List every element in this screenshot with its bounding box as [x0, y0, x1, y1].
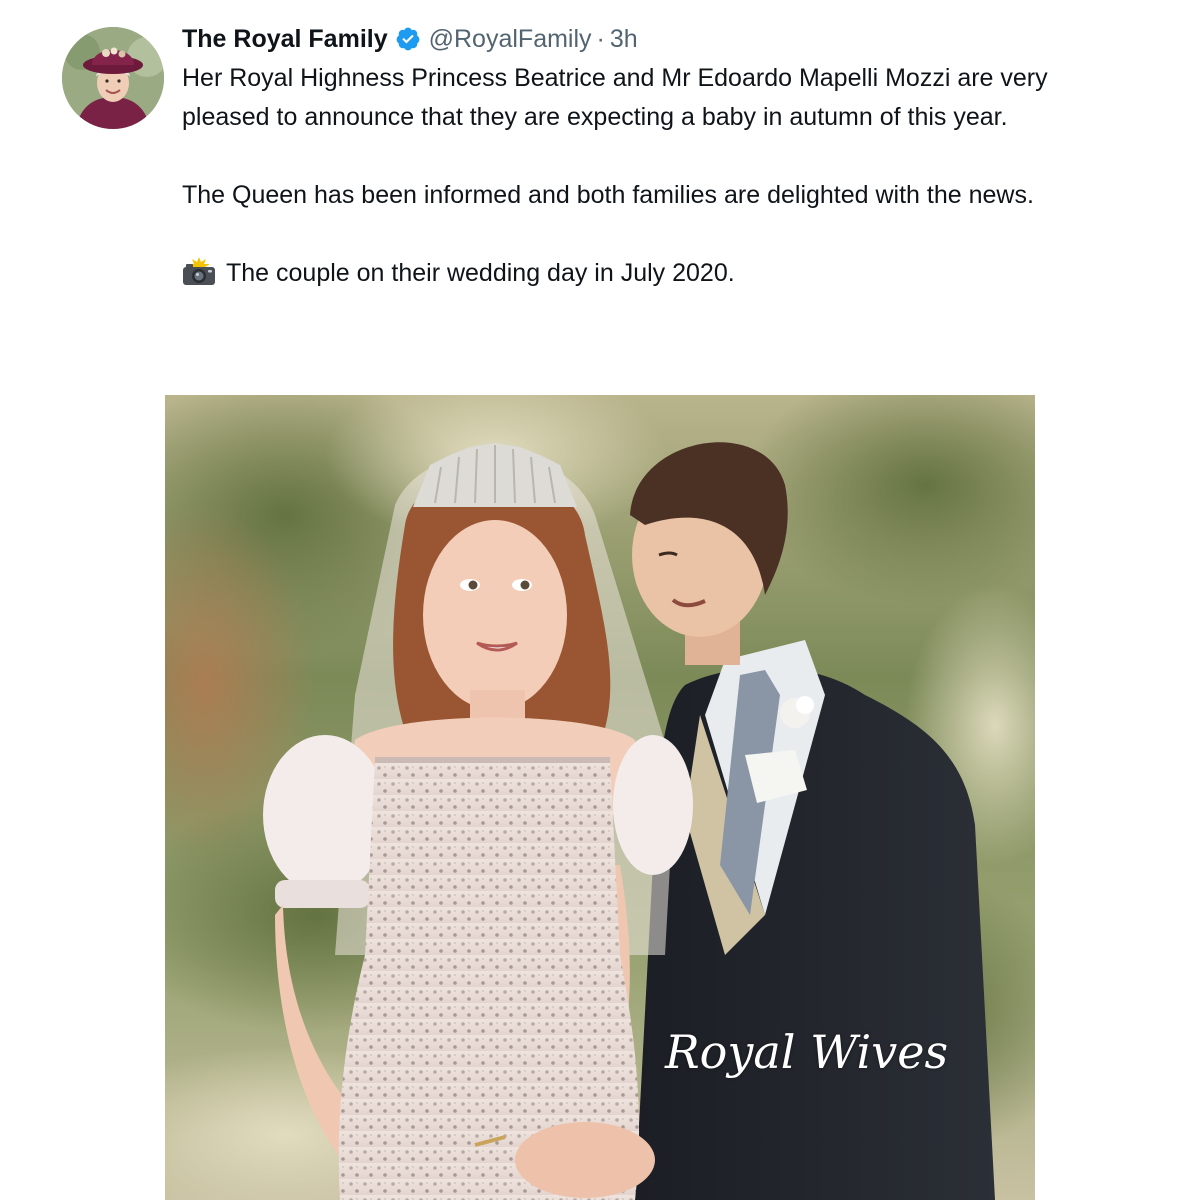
tweet-text: Her Royal Highness Princess Beatrice and…	[182, 59, 1142, 293]
separator-dot: ·	[596, 25, 605, 53]
timestamp[interactable]: 3h	[610, 23, 638, 55]
avatar-image	[62, 27, 164, 129]
camera-flash-icon	[182, 256, 216, 286]
tweet-header: The Royal Family @RoyalFamily · 3h	[182, 19, 638, 59]
tweet-paragraph-3: The couple on their wedding day in July …	[226, 259, 735, 287]
tweet-photo[interactable]: Royal Wives	[165, 395, 1035, 1200]
display-name[interactable]: The Royal Family	[182, 23, 388, 55]
verified-badge-icon	[395, 26, 421, 52]
avatar[interactable]	[62, 27, 164, 129]
tweet-paragraph-2: The Queen has been informed and both fam…	[182, 181, 1034, 209]
handle[interactable]: @RoyalFamily	[429, 23, 592, 55]
tweet-paragraph-3-line: The couple on their wedding day in July …	[182, 254, 1142, 293]
tweet-paragraph-1: Her Royal Highness Princess Beatrice and…	[182, 64, 1048, 131]
wedding-photo	[165, 395, 1035, 1200]
tweet: The Royal Family @RoyalFamily · 3h Her R…	[0, 0, 1200, 1200]
